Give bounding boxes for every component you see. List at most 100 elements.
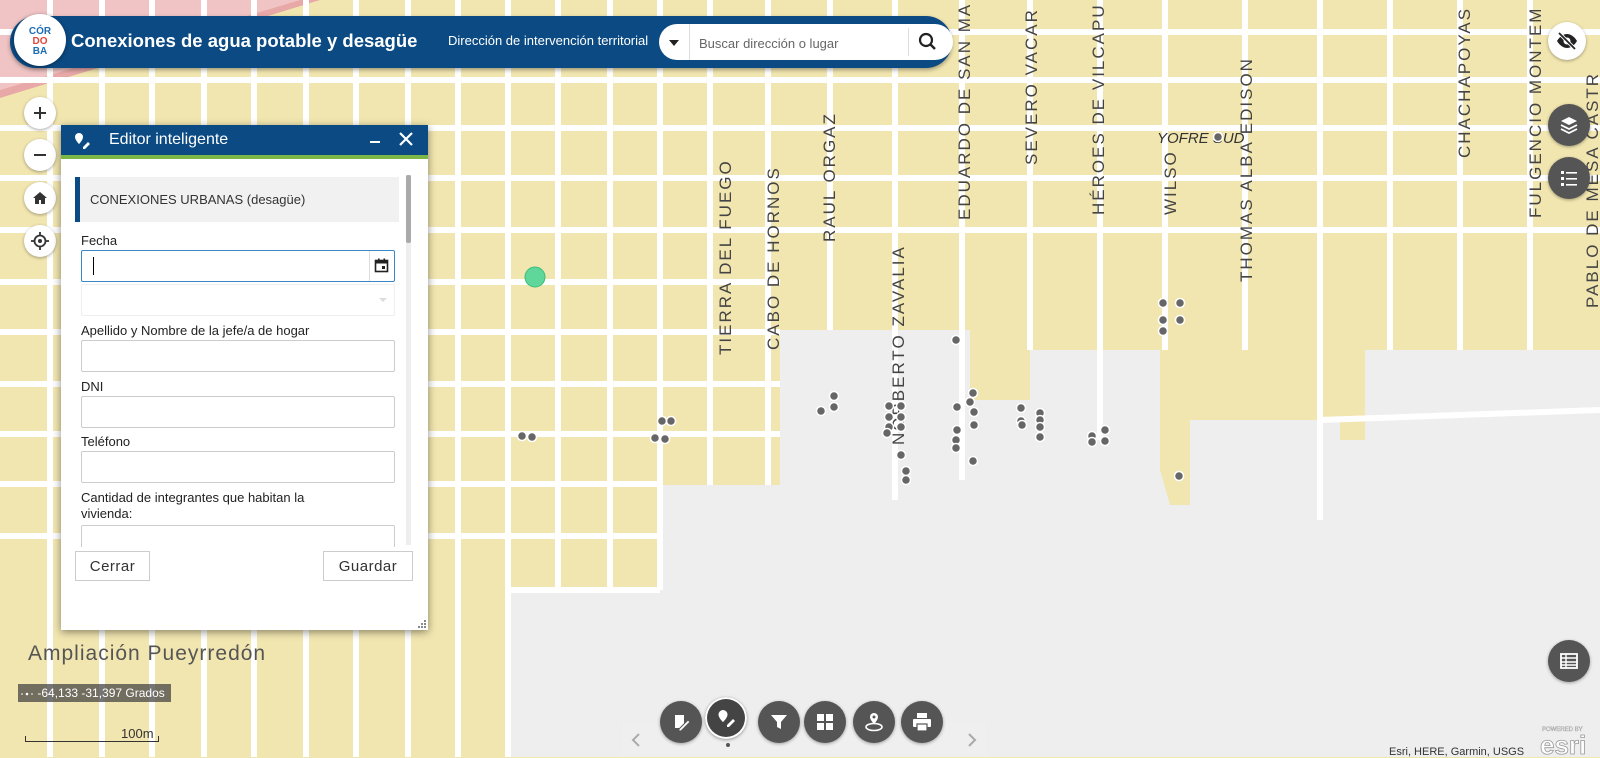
connection-point[interactable] (1086, 436, 1098, 448)
integrantes-input[interactable] (81, 525, 395, 547)
layer-header: CONEXIONES URBANAS (desagüe) (75, 177, 399, 222)
caret-down-icon (669, 40, 679, 46)
map-attribution: Esri, HERE, Garmin, USGS (1389, 746, 1525, 758)
connection-point[interactable] (1157, 325, 1169, 337)
search-box (659, 24, 953, 62)
text-cursor (93, 257, 94, 275)
edit-tool-button[interactable] (660, 701, 702, 743)
connection-point[interactable] (1212, 131, 1224, 143)
form-scrollbar[interactable] (406, 175, 411, 545)
connection-point[interactable] (951, 424, 963, 436)
chevron-right-icon[interactable] (966, 732, 978, 748)
locate-button[interactable] (24, 225, 56, 257)
connection-point[interactable] (895, 421, 907, 433)
search-input[interactable] (697, 24, 911, 62)
connection-point[interactable] (967, 455, 979, 467)
connection-point[interactable] (649, 432, 661, 444)
connection-point[interactable] (883, 400, 895, 412)
grid-tool-button[interactable] (804, 701, 846, 743)
close-icon[interactable] (398, 131, 414, 147)
connection-point[interactable] (1174, 297, 1186, 309)
calendar-icon[interactable] (374, 258, 389, 273)
street-label: TIERRA DEL FUEGO (716, 159, 735, 355)
scale-bar (25, 736, 159, 742)
crosshair-icon (21, 692, 33, 696)
telefono-input[interactable] (81, 451, 395, 483)
smart-editor-icon (75, 133, 90, 149)
chevron-left-icon[interactable] (630, 732, 642, 748)
app-subtitle: Dirección de intervención territorial (448, 33, 649, 48)
city-logo-image: CÓR DO BA (29, 24, 52, 57)
connection-point[interactable] (951, 401, 963, 413)
connection-point[interactable] (1099, 424, 1111, 436)
home-button[interactable] (24, 182, 56, 214)
connection-point[interactable] (1157, 297, 1169, 309)
connection-point[interactable] (967, 387, 979, 399)
connection-point[interactable] (895, 411, 907, 423)
grid-icon (817, 714, 833, 730)
connection-point[interactable] (1034, 431, 1046, 443)
editor-form: CONEXIONES URBANAS (desagüe) Fecha Apell… (75, 177, 399, 547)
street-label: WILSO (1161, 150, 1180, 215)
connection-point[interactable] (828, 401, 840, 413)
connection-point[interactable] (895, 400, 907, 412)
panel-header: Editor inteligente (61, 125, 428, 159)
street-label: EDUARDO DE SAN MA (955, 3, 974, 220)
street-label: RAUL ORGAZ (820, 112, 839, 242)
nombre-input[interactable] (81, 340, 395, 372)
connection-point[interactable] (516, 430, 528, 442)
connection-point[interactable] (1173, 470, 1185, 482)
connection-point[interactable] (881, 427, 893, 439)
street-label: SEVERO VACAR (1022, 8, 1041, 165)
connection-point[interactable] (656, 415, 668, 427)
connection-point[interactable] (1015, 402, 1027, 414)
connection-point[interactable] (665, 415, 677, 427)
list-icon (1561, 171, 1577, 186)
connection-point[interactable] (964, 396, 976, 408)
connection-point[interactable] (659, 433, 671, 445)
attribute-table-button[interactable] (1548, 640, 1590, 682)
selected-point[interactable] (524, 266, 546, 288)
connection-point[interactable] (950, 334, 962, 346)
connection-point[interactable] (950, 442, 962, 454)
connection-point[interactable] (1157, 314, 1169, 326)
location-tool-button[interactable] (853, 701, 895, 743)
resize-handle-icon[interactable] (418, 620, 426, 628)
connection-point[interactable] (900, 465, 912, 477)
connection-point[interactable] (526, 431, 538, 443)
date-input[interactable] (81, 250, 395, 282)
connection-point[interactable] (968, 406, 980, 418)
dni-input[interactable] (81, 396, 395, 428)
zoom-in-button[interactable] (24, 97, 56, 129)
save-button[interactable]: Guardar (323, 551, 413, 581)
smart-editor-tool-button[interactable] (705, 697, 747, 739)
search-source-dropdown[interactable] (659, 24, 690, 60)
close-button[interactable]: Cerrar (75, 551, 150, 581)
legend-button[interactable] (1548, 157, 1590, 199)
minus-icon (34, 154, 46, 156)
connection-point[interactable] (828, 390, 840, 402)
toggle-visibility-button[interactable] (1548, 22, 1586, 60)
minimize-icon[interactable] (368, 133, 382, 147)
scroll-thumb[interactable] (406, 175, 411, 243)
field-label-nombre: Apellido y Nombre de la jefe/a de hogar (81, 323, 310, 338)
layers-button[interactable] (1548, 104, 1590, 146)
connection-point[interactable] (1174, 314, 1186, 326)
connection-point[interactable] (1016, 419, 1028, 431)
connection-point[interactable] (883, 411, 895, 423)
app-header: Conexiones de agua potable y desagüe Dir… (10, 16, 953, 68)
location-icon (865, 713, 883, 732)
connection-point[interactable] (968, 419, 980, 431)
connection-point[interactable] (895, 449, 907, 461)
search-button[interactable] (908, 28, 945, 56)
field-label-fecha: Fecha (81, 233, 118, 248)
connection-point[interactable] (1099, 435, 1111, 447)
connection-point[interactable] (815, 405, 827, 417)
connection-point[interactable] (900, 474, 912, 486)
search-icon (918, 32, 936, 50)
print-tool-button[interactable] (901, 701, 943, 743)
filter-tool-button[interactable] (758, 701, 800, 743)
connection-point[interactable] (1034, 421, 1046, 433)
zoom-out-button[interactable] (24, 139, 56, 171)
time-input[interactable] (81, 284, 395, 316)
